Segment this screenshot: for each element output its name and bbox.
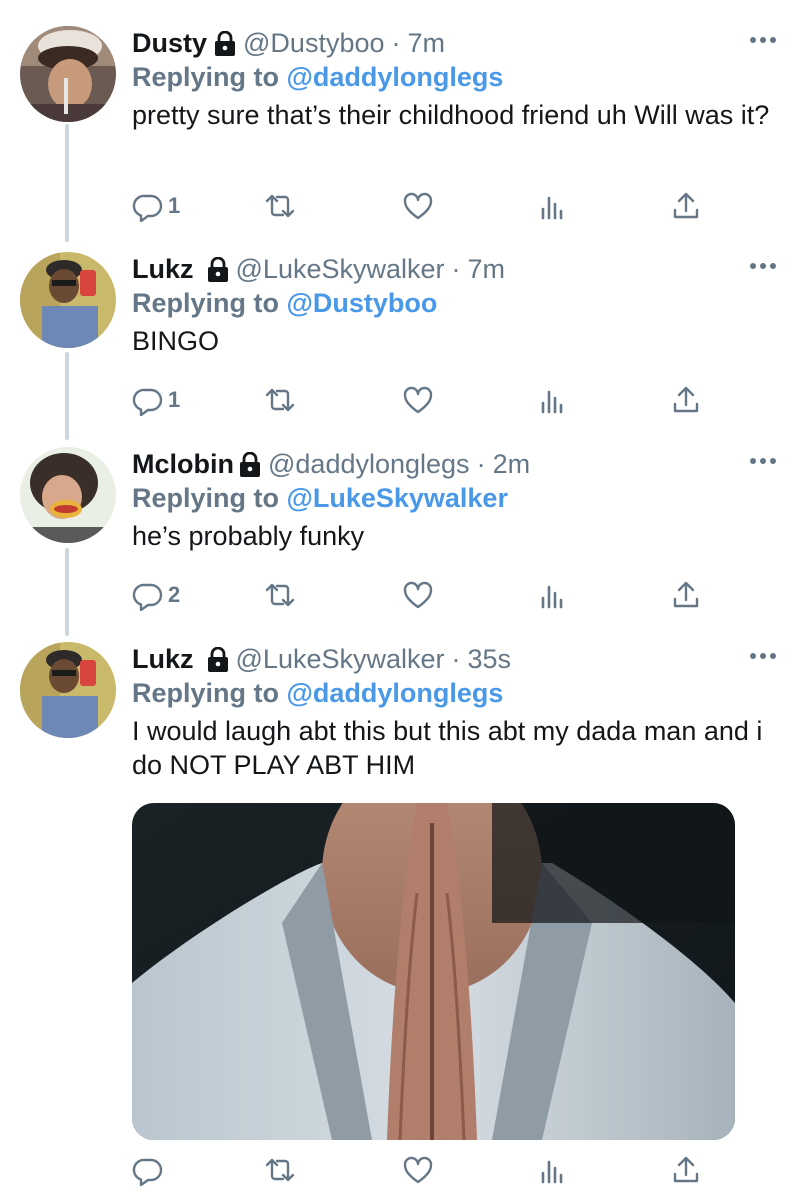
retweet-button[interactable]	[264, 186, 296, 226]
lock-icon	[213, 31, 237, 57]
handle[interactable]: @LukeSkywalker	[236, 642, 445, 676]
lock-icon	[206, 647, 230, 673]
retweet-button[interactable]	[264, 380, 296, 420]
replying-to: Replying to @daddylonglegs	[132, 676, 775, 710]
reply-button[interactable]: 1	[132, 186, 180, 226]
lock-icon	[206, 257, 230, 283]
thread-line	[65, 352, 69, 440]
tweet-text: he’s probably funky	[132, 521, 365, 551]
retweet-icon	[264, 1154, 296, 1186]
more-icon[interactable]	[749, 457, 777, 465]
mention-link[interactable]: @Dustyboo	[287, 288, 438, 318]
more-icon[interactable]	[749, 652, 777, 660]
action-bar: 1	[132, 186, 712, 226]
separator: ·	[391, 28, 401, 58]
replying-prefix: Replying to	[132, 62, 279, 92]
lock-icon	[238, 452, 262, 478]
like-button[interactable]	[402, 186, 434, 226]
share-button[interactable]	[670, 1150, 702, 1190]
separator: ·	[476, 449, 486, 479]
like-icon	[402, 1154, 434, 1186]
tweet-text: pretty sure that’s their childhood frien…	[132, 100, 770, 130]
tweet-text: I would laugh abt this but this abt my d…	[132, 716, 763, 780]
analytics-button[interactable]	[536, 380, 568, 420]
share-icon	[670, 384, 702, 416]
share-icon	[670, 579, 702, 611]
retweet-button[interactable]	[264, 575, 296, 615]
analytics-icon	[536, 190, 568, 222]
share-icon	[670, 190, 702, 222]
reply-button[interactable]: 1	[132, 380, 180, 420]
analytics-icon	[536, 384, 568, 416]
thread-line	[65, 124, 69, 242]
retweet-icon	[264, 384, 296, 416]
timestamp[interactable]: 7m	[408, 26, 446, 60]
analytics-icon	[536, 579, 568, 611]
thread-line	[65, 548, 69, 636]
avatar[interactable]	[20, 642, 116, 738]
mention-link[interactable]: @daddylonglegs	[287, 62, 504, 92]
share-icon	[670, 1154, 702, 1186]
action-bar: 1	[132, 380, 712, 420]
replying-to: Replying to @daddylonglegs	[132, 60, 775, 94]
avatar[interactable]	[20, 252, 116, 348]
reply-icon	[132, 190, 164, 222]
timestamp[interactable]: 35s	[468, 642, 512, 676]
retweet-icon	[264, 190, 296, 222]
display-name[interactable]: Mclobin	[132, 447, 234, 481]
handle[interactable]: @daddylonglegs	[268, 447, 470, 481]
avatar[interactable]	[20, 26, 116, 122]
like-button[interactable]	[402, 575, 434, 615]
timestamp[interactable]: 2m	[493, 447, 531, 481]
separator: ·	[451, 254, 461, 284]
reply-button[interactable]	[132, 1150, 168, 1190]
replying-to: Replying to @Dustyboo	[132, 286, 775, 320]
replying-prefix: Replying to	[132, 483, 279, 513]
handle[interactable]: @Dustyboo	[243, 26, 384, 60]
display-name[interactable]: Lukz	[132, 252, 194, 286]
tweet-text: BINGO	[132, 326, 220, 356]
mention-link[interactable]: @LukeSkywalker	[287, 483, 508, 513]
handle[interactable]: @LukeSkywalker	[236, 252, 445, 286]
like-button[interactable]	[402, 1150, 434, 1190]
display-name[interactable]: Dusty	[132, 26, 207, 60]
timestamp[interactable]: 7m	[468, 252, 506, 286]
reply-icon	[132, 384, 164, 416]
reply-count: 1	[168, 193, 181, 218]
analytics-button[interactable]	[536, 186, 568, 226]
like-icon	[402, 190, 434, 222]
like-button[interactable]	[402, 380, 434, 420]
reply-count: 1	[168, 387, 181, 412]
display-name[interactable]: Lukz	[132, 642, 194, 676]
share-button[interactable]	[670, 380, 702, 420]
reply-icon	[132, 579, 164, 611]
like-icon	[402, 384, 434, 416]
reply-count: 2	[168, 582, 181, 607]
reply-icon	[132, 1154, 164, 1186]
more-icon[interactable]	[749, 262, 777, 270]
action-bar	[132, 1150, 712, 1190]
tweet-image[interactable]	[132, 803, 735, 1140]
action-bar: 2	[132, 575, 712, 615]
share-button[interactable]	[670, 186, 702, 226]
mention-link[interactable]: @daddylonglegs	[287, 678, 504, 708]
reply-button[interactable]: 2	[132, 575, 180, 615]
analytics-button[interactable]	[536, 575, 568, 615]
avatar[interactable]	[20, 447, 116, 543]
separator: ·	[451, 644, 461, 674]
retweet-icon	[264, 579, 296, 611]
more-icon[interactable]	[749, 36, 777, 44]
replying-prefix: Replying to	[132, 288, 279, 318]
replying-prefix: Replying to	[132, 678, 279, 708]
analytics-icon	[536, 1154, 568, 1186]
replying-to: Replying to @LukeSkywalker	[132, 481, 775, 515]
analytics-button[interactable]	[536, 1150, 568, 1190]
share-button[interactable]	[670, 575, 702, 615]
like-icon	[402, 579, 434, 611]
retweet-button[interactable]	[264, 1150, 296, 1190]
